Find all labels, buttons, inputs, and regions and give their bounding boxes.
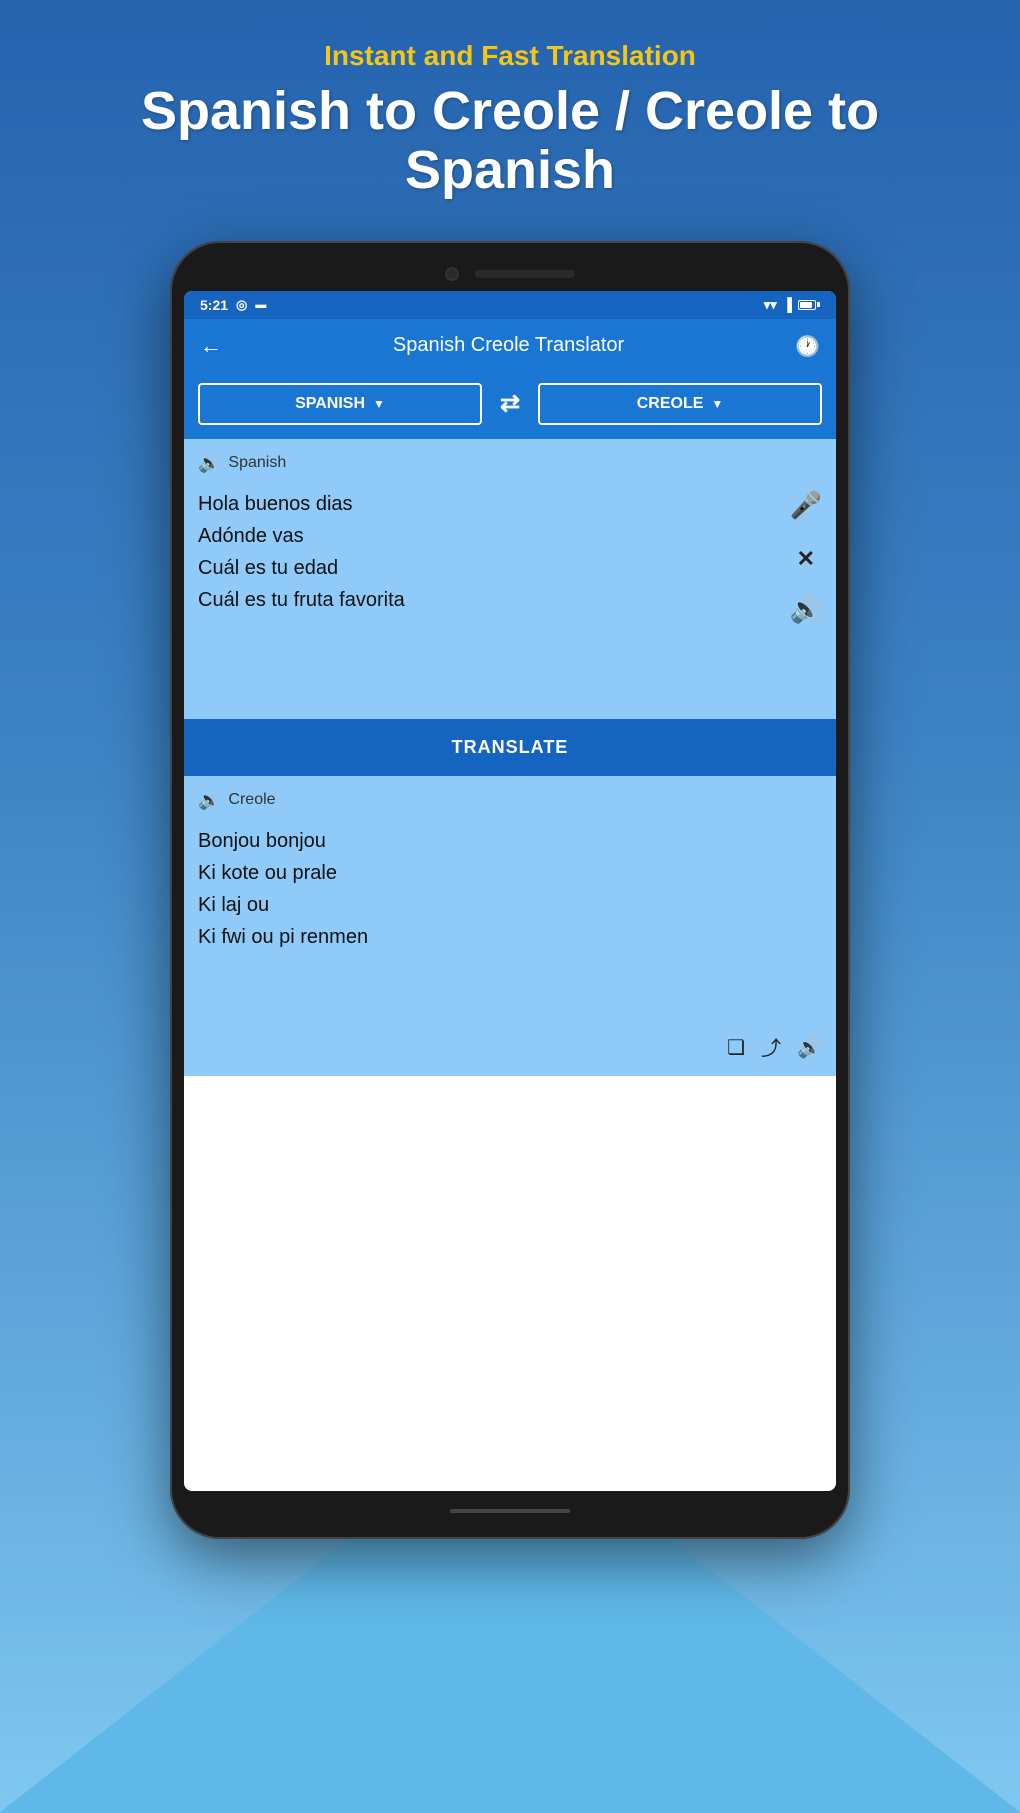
input-speaker-label-icon[interactable] — [198, 453, 220, 474]
status-right: ▾▾ ▐ — [764, 297, 820, 313]
status-icon-2: ▬ — [255, 299, 266, 311]
wifi-icon: ▾▾ — [764, 297, 777, 313]
input-panel: Spanish Hola buenos dias Adónde vas Cuál… — [184, 439, 836, 719]
output-lang-label-row: Creole — [198, 790, 822, 811]
output-speaker-label-icon[interactable] — [198, 790, 220, 811]
output-line-3: Ki laj ou — [198, 889, 822, 921]
target-lang-label: CREOLE — [637, 395, 704, 413]
input-line-1: Hola buenos dias — [198, 488, 822, 520]
status-time: 5:21 — [200, 297, 228, 313]
home-indicator — [450, 1509, 570, 1513]
input-lang-name: Spanish — [228, 454, 286, 472]
input-line-4: Cuál es tu fruta favorita — [198, 584, 822, 616]
clear-input-button[interactable] — [797, 541, 815, 573]
input-line-3: Cuál es tu edad — [198, 552, 822, 584]
status-icon-1: ◎ — [236, 297, 247, 313]
phone-speaker-grille — [475, 270, 575, 278]
app-bar: Spanish Creole Translator — [184, 319, 836, 373]
status-left: 5:21 ◎ ▬ — [200, 297, 266, 313]
output-panel: Creole Bonjou bonjou Ki kote ou prale Ki… — [184, 776, 836, 1076]
phone-screen: 5:21 ◎ ▬ ▾▾ ▐ Spanish Creole Translator — [184, 291, 836, 1491]
history-button[interactable] — [795, 333, 820, 359]
input-lang-label-row: Spanish — [198, 453, 822, 474]
output-line-4: Ki fwi ou pi renmen — [198, 921, 822, 953]
input-text-area[interactable]: Hola buenos dias Adónde vas Cuál es tu e… — [198, 488, 822, 616]
back-button[interactable] — [200, 333, 222, 359]
status-bar: 5:21 ◎ ▬ ▾▾ ▐ — [184, 291, 836, 319]
phone-device: 5:21 ◎ ▬ ▾▾ ▐ Spanish Creole Translator — [170, 241, 850, 1539]
phone-wrapper: 5:21 ◎ ▬ ▾▾ ▐ Spanish Creole Translator — [0, 241, 1020, 1539]
header-section: Instant and Fast Translation Spanish to … — [0, 0, 1020, 221]
source-lang-label: SPANISH — [295, 395, 365, 413]
main-title: Spanish to Creole / Creole to Spanish — [0, 82, 1020, 201]
output-line-2: Ki kote ou prale — [198, 857, 822, 889]
input-line-2: Adónde vas — [198, 520, 822, 552]
share-output-button[interactable] — [761, 1032, 781, 1062]
output-text-area: Bonjou bonjou Ki kote ou prale Ki laj ou… — [198, 825, 822, 953]
tts-input-button[interactable] — [790, 593, 822, 625]
output-lang-name: Creole — [228, 791, 275, 809]
phone-bottom-bar — [184, 1501, 836, 1521]
swap-languages-button[interactable]: ⇄ — [494, 383, 526, 424]
copy-output-button[interactable] — [727, 1033, 745, 1061]
output-line-1: Bonjou bonjou — [198, 825, 822, 857]
signal-icon: ▐ — [783, 297, 792, 312]
target-lang-dropdown-icon: ▼ — [711, 397, 723, 411]
phone-top-bar — [184, 259, 836, 291]
lang-selector-row: SPANISH ▼ ⇄ CREOLE ▼ — [184, 373, 836, 439]
source-language-button[interactable]: SPANISH ▼ — [198, 383, 482, 425]
microphone-button[interactable] — [790, 489, 822, 521]
input-actions — [790, 489, 822, 625]
target-language-button[interactable]: CREOLE ▼ — [538, 383, 822, 425]
phone-camera — [445, 267, 459, 281]
tts-output-button[interactable] — [797, 1033, 822, 1061]
translate-button-label: TRANSLATE — [452, 737, 569, 757]
output-actions — [727, 1032, 822, 1062]
translate-button[interactable]: TRANSLATE — [184, 719, 836, 776]
swap-icon: ⇄ — [500, 390, 520, 417]
app-bar-title: Spanish Creole Translator — [393, 334, 624, 357]
tagline: Instant and Fast Translation — [0, 40, 1020, 72]
source-lang-dropdown-icon: ▼ — [373, 397, 385, 411]
battery-icon — [798, 300, 820, 310]
